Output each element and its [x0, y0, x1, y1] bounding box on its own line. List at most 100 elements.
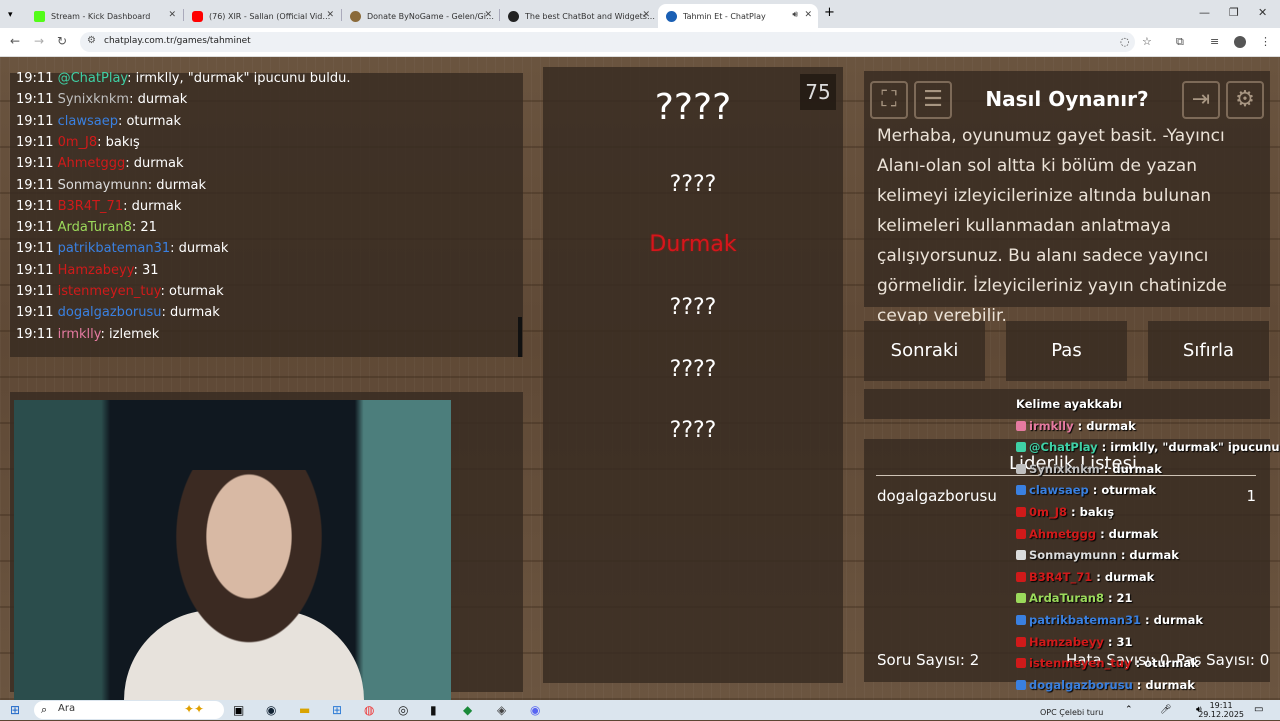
- chat-username[interactable]: clawsaep: [58, 114, 118, 129]
- file-explorer-icon[interactable]: ▬: [299, 702, 310, 718]
- chat-username[interactable]: dogalgazborusu: [58, 305, 162, 320]
- epic-games-icon[interactable]: ▮: [430, 702, 437, 718]
- close-icon[interactable]: ✕: [484, 10, 492, 20]
- xbox-icon[interactable]: ◆: [463, 702, 472, 718]
- chrome-icon[interactable]: ◍: [364, 702, 374, 718]
- chat-time: 19:11: [16, 177, 54, 193]
- forward-icon[interactable]: →: [34, 34, 44, 48]
- profile-avatar[interactable]: [1234, 36, 1246, 48]
- close-icon[interactable]: ✕: [642, 10, 650, 20]
- app-icon[interactable]: ◈: [497, 702, 506, 718]
- bynogame-icon: [350, 10, 361, 22]
- chat-username[interactable]: irmklly: [58, 327, 101, 342]
- steam-icon[interactable]: ◉: [266, 702, 276, 718]
- overlay-username: 0m_J8: [1029, 505, 1068, 519]
- eye-off-icon[interactable]: ◌: [1120, 35, 1130, 48]
- tab-search-icon[interactable]: ▾: [8, 7, 13, 23]
- pass-button[interactable]: Pas: [1006, 321, 1127, 381]
- new-tab-button[interactable]: +: [824, 5, 835, 21]
- hidden-word: ????: [669, 418, 717, 443]
- overlay-chat-message: irmklly : durmak: [1016, 419, 1136, 433]
- minimize-icon[interactable]: —: [1199, 6, 1210, 19]
- task-view-icon[interactable]: ▣: [233, 702, 244, 718]
- chat-username[interactable]: patrikbateman31: [58, 241, 171, 256]
- overlay-chat-message: clawsaep : oturmak: [1016, 483, 1156, 497]
- address-bar: ← → ↻ ⚙ chatplay.com.tr/games/tahminet ◌…: [0, 28, 1280, 57]
- discord-icon[interactable]: ◉: [530, 702, 540, 718]
- chat-message: 19:11 B3R4T_71: durmak: [16, 199, 181, 214]
- clock-time: 19:11: [1209, 701, 1233, 710]
- overlay-username: Ahmetggg: [1029, 526, 1097, 541]
- chat-time: 19:11: [16, 284, 54, 299]
- user-badge-icon: [1016, 636, 1026, 647]
- omnibox[interactable]: ⚙ chatplay.com.tr/games/tahminet: [80, 32, 1135, 52]
- tab-chatplay[interactable]: Tahmin Et - ChatPlay 🔊︎ ✕: [658, 4, 818, 28]
- overlay-text: : bakış: [1067, 505, 1115, 519]
- chat-username[interactable]: istenmeyen_tuy: [58, 284, 161, 299]
- system-clock[interactable]: 19:11 29.12.2025: [1198, 701, 1244, 719]
- bookmark-star-icon[interactable]: ☆: [1142, 35, 1152, 48]
- tray-chevron-icon[interactable]: ⌃: [1125, 702, 1133, 718]
- chat-text: : oturmak: [160, 284, 224, 299]
- close-icon[interactable]: ✕: [326, 10, 334, 20]
- chat-message: 19:11 Hamzabeyy: 31: [16, 263, 159, 278]
- overlay-chat-message: ArdaTuran8 : 21: [1016, 591, 1133, 605]
- user-badge-icon: [1016, 507, 1026, 517]
- how-to-play-title: Nasıl Oynanır?: [985, 87, 1149, 111]
- chat-username[interactable]: Ahmetggg: [58, 156, 126, 171]
- microphone-icon[interactable]: 🎤︎: [1160, 702, 1171, 718]
- site-info-icon[interactable]: ⚙: [87, 35, 96, 46]
- leaderboard-name: dogalgazborusu: [877, 487, 997, 505]
- webcam-person: [164, 470, 334, 660]
- media-icon[interactable]: ≡: [1210, 35, 1219, 48]
- chat-username[interactable]: ArdaTuran8: [58, 220, 132, 235]
- next-button[interactable]: Sonraki: [864, 321, 985, 381]
- leaderboard-score: 1: [1246, 487, 1256, 505]
- tab-chatbot[interactable]: The best ChatBot and Widgets… ✕: [500, 4, 656, 28]
- obs-icon[interactable]: ◎: [398, 702, 408, 718]
- chat-username[interactable]: B3R4T_71: [58, 199, 123, 214]
- tab-label: (76) XIR - Sallan (Official Vid…: [209, 11, 331, 21]
- chat-username[interactable]: @ChatPlay: [58, 71, 128, 86]
- close-icon[interactable]: ✕: [168, 10, 176, 20]
- store-icon[interactable]: ⊞: [332, 702, 342, 718]
- chat-username[interactable]: 0m_J8: [58, 135, 98, 150]
- overlay-text: : oturmak: [1088, 483, 1157, 498]
- windows-start-icon[interactable]: ⊞: [10, 702, 20, 718]
- restore-icon[interactable]: ❐: [1229, 6, 1239, 19]
- reload-icon[interactable]: ↻: [57, 34, 67, 48]
- chat-username[interactable]: Sonmaymunn: [58, 178, 148, 193]
- chat-time: 19:11: [16, 305, 54, 321]
- chat-time: 19:11: [16, 113, 54, 129]
- window-close-icon[interactable]: ✕: [1258, 6, 1267, 19]
- url-text[interactable]: chatplay.com.tr/games/tahminet: [104, 36, 251, 46]
- chat-time: 19:11: [16, 326, 54, 342]
- chat-message: 19:11 istenmeyen_tuy: oturmak: [16, 284, 224, 299]
- chat-text: : izlemek: [100, 326, 160, 342]
- overlay-username: Synixknkm: [1029, 461, 1100, 476]
- chat-message: 19:11 @ChatPlay: irmklly, "durmak" ipucu…: [16, 71, 350, 86]
- taskbar-search[interactable]: ⌕ Ara ✦✦: [34, 701, 224, 719]
- back-icon[interactable]: ←: [10, 34, 20, 48]
- tab-kick-dashboard[interactable]: Stream - Kick Dashboard ✕: [26, 4, 182, 28]
- speaker-icon[interactable]: 🔊︎: [792, 10, 798, 20]
- tab-bynogame[interactable]: Donate ByNoGame - Gelen/Gi… ✕: [342, 4, 498, 28]
- extensions-icon[interactable]: ⧉: [1176, 35, 1184, 49]
- menu-icon[interactable]: ⋮: [1260, 35, 1271, 48]
- chat-username[interactable]: Synixknkm: [58, 92, 129, 107]
- overlay-username: dogalgazborusu: [1029, 677, 1133, 692]
- clock-date: 29.12.2025: [1198, 710, 1244, 719]
- reset-button[interactable]: Sıfırla: [1148, 321, 1269, 381]
- overlay-chat-message: Kelime ayakkabı: [1016, 397, 1122, 411]
- browser-tab-strip: ▾ Stream - Kick Dashboard ✕ (76) XIR - S…: [0, 0, 1280, 28]
- chat-time: 19:11: [16, 92, 54, 108]
- chat-username[interactable]: Hamzabeyy: [58, 263, 134, 278]
- overlay-text: : oturmak: [1131, 656, 1199, 671]
- overlay-text: : durmak: [1116, 548, 1179, 563]
- overlay-username: @ChatPlay: [1029, 440, 1098, 455]
- notifications-icon[interactable]: ▭: [1254, 702, 1263, 718]
- chatplay-icon: [666, 10, 677, 22]
- chat-scrollbar[interactable]: [518, 317, 522, 357]
- close-icon[interactable]: ✕: [804, 10, 812, 20]
- tab-youtube[interactable]: (76) XIR - Sallan (Official Vid… ✕: [184, 4, 340, 28]
